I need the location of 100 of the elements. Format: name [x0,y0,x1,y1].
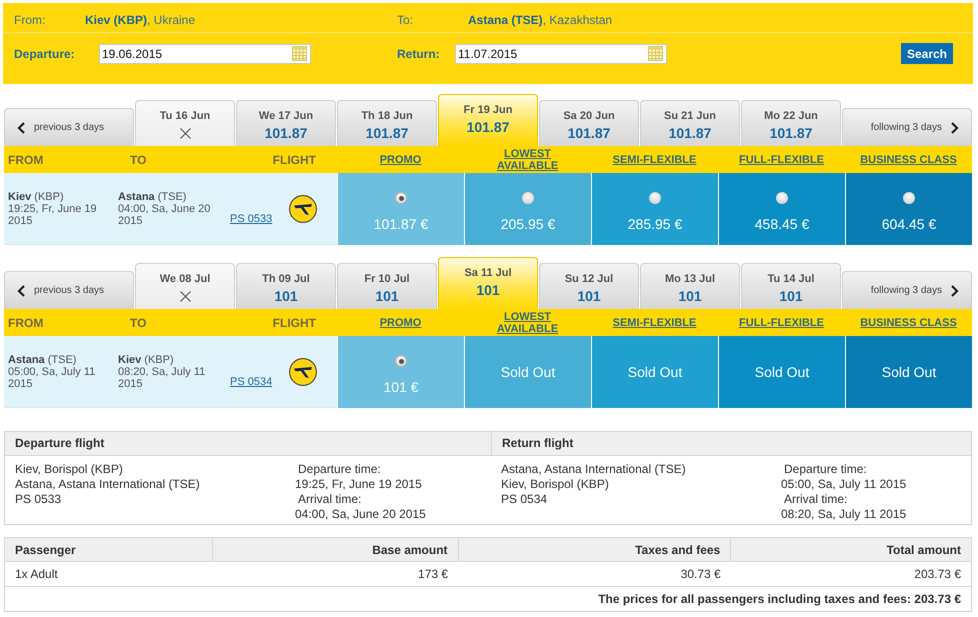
departure-date-field[interactable]: 19.06.2015 [99,44,311,64]
time-value: 08:20, Sa, July 11 2015 [781,507,906,522]
column-header: TO [130,316,148,330]
route-text: PS 0533 [15,492,62,507]
fare-price-text: 101.87 € [374,216,428,232]
table-cell: 1x Adult [4,562,212,586]
fare-cell[interactable]: 458.45 € [718,173,845,245]
route-text: PS 0534 [501,492,548,507]
following-days-tab[interactable]: following 3 days [842,271,972,309]
radio-button[interactable] [649,192,661,204]
previous-days-tab[interactable]: previous 3 days [4,271,134,309]
fare-price-text: 101 € [383,379,419,395]
return-date-field[interactable]: 11.07.2015 [455,44,667,64]
radio-button[interactable] [522,192,534,204]
fare-class-link[interactable]: FULL-FLEXIBLE [739,154,824,166]
chevron-right-icon [951,284,959,296]
radio-button[interactable] [903,192,915,204]
from-value: Kiev (KBP), Ukraine [85,13,196,29]
fare-class-link[interactable]: FULL-FLEXIBLE [739,316,824,328]
departure-time-text: 19:25, Fr, June 19 2015 [8,202,98,226]
column-header: Total amount [730,538,972,562]
to-label: To: [397,13,414,29]
arrival-time-text: 08:20, Sa, July 11 2015 [118,366,206,390]
date-tab[interactable]: Sa 20 Jun 101.87 [539,100,639,146]
sold-out-text: Sold Out [628,364,682,380]
search-button[interactable]: Search [900,43,953,64]
arrival-airport-text: Astana (TSE) [118,190,188,202]
time-value: 04:00, Sa, June 20 2015 [295,507,426,522]
fare-price-text: 205.95 € [500,216,556,232]
to-value: Astana (TSE), Kazakhstan [468,13,614,29]
date-tab[interactable]: We 17 Jun 101.87 [236,100,336,146]
return-label: Return: [397,46,441,60]
swoosh-logo-icon [289,358,318,386]
fare-class-link[interactable]: SEMI-FLEXIBLE [612,316,696,328]
date-tab[interactable]: We 08 Jul [135,263,235,309]
table-cell: 203.73 € [730,562,972,586]
arrival-time-text: 04:00, Sa, June 20 2015 [118,202,212,226]
radio-button[interactable] [395,355,407,367]
sold-out-text: Sold Out [882,364,936,380]
date-tab[interactable]: Sa 11 Jul 101 [438,257,538,309]
radio-button[interactable] [776,192,788,204]
column-header: TO [130,152,148,166]
fare-cell[interactable]: 604.45 € [845,173,972,245]
fare-class-link[interactable]: BUSINESS CLASS [860,316,957,328]
date-tab[interactable]: Tu 14 Jul 101 [741,263,841,309]
time-label: Departure time: [297,462,381,477]
radio-button[interactable] [395,192,407,204]
section-title: Return flight [491,432,971,455]
time-label: Arrival time: [783,492,848,507]
fare-class-link[interactable]: PROMO [380,316,422,328]
flight-number-link[interactable]: PS 0534 [230,376,272,388]
section-title: Departure flight [14,435,106,452]
cross-icon [180,291,190,302]
fare-class-link[interactable]: LOWEST AVAILABLE [474,148,580,172]
date-tab[interactable]: Su 12 Jul 101 [539,263,639,309]
column-header: FLIGHT [272,152,316,166]
departure-time-text: 05:00, Sa, July 11 2015 [8,366,96,390]
date-tab[interactable]: Mo 22 Jun 101.87 [741,100,841,146]
date-tab[interactable]: Su 21 Jun 101.87 [640,100,740,146]
date-tab[interactable]: Fr 19 Jun 101.87 [438,94,538,146]
column-header: FROM [8,316,44,330]
previous-days-tab[interactable]: previous 3 days [4,108,134,146]
route-text: Kiev, Borispol (KBP) [501,477,609,492]
column-header: Taxes and fees [458,538,731,562]
route-text: Astana, Astana International (TSE) [15,477,200,492]
sold-out-text: Sold Out [500,364,556,380]
arrival-airport-text: Kiev (KBP) [118,354,175,366]
table-cell: 173 € [212,562,458,586]
flight-number-link[interactable]: PS 0533 [230,213,272,225]
chevron-right-icon [951,122,959,134]
time-value: 19:25, Fr, June 19 2015 [295,477,422,492]
date-tab[interactable]: Mo 13 Jul 101 [640,263,740,309]
column-header: Passenger [4,538,212,562]
date-tab[interactable]: Tu 16 Jun [135,100,235,146]
date-tab[interactable]: Fr 10 Jul 101 [337,263,437,309]
sold-out-text: Sold Out [754,364,810,380]
departure-airport-text: Astana (TSE) [8,354,78,366]
fare-class-link[interactable]: BUSINESS CLASS [860,154,957,166]
fare-price-text: 604.45 € [882,216,936,232]
fare-price-text: 285.95 € [628,216,682,232]
fare-class-link[interactable]: SEMI-FLEXIBLE [612,154,696,166]
departure-airport-text: Kiev (KBP) [8,190,65,202]
cross-icon [180,128,190,139]
date-tab[interactable]: Th 18 Jun 101.87 [337,100,437,146]
swoosh-logo-icon [289,194,318,222]
fare-class-link[interactable]: PROMO [380,154,422,166]
column-header: FROM [8,152,44,166]
route-text: Kiev, Borispol (KBP) [15,462,123,477]
total-price-text: The prices for all passengers including taxes and fees: 203.73 € [4,586,972,612]
chevron-left-icon [17,122,25,134]
from-label: From: [14,13,46,29]
following-days-tab[interactable]: following 3 days [842,108,972,146]
departure-label: Departure: [14,46,76,60]
fare-price-text: 458.45 € [754,216,810,232]
table-cell: 30.73 € [458,562,731,586]
fare-class-link[interactable]: LOWEST AVAILABLE [474,310,580,334]
column-header: FLIGHT [272,316,316,330]
time-value: 05:00, Sa, July 11 2015 [781,477,906,492]
date-tab[interactable]: Th 09 Jul 101 [236,263,336,309]
chevron-left-icon [17,284,25,296]
